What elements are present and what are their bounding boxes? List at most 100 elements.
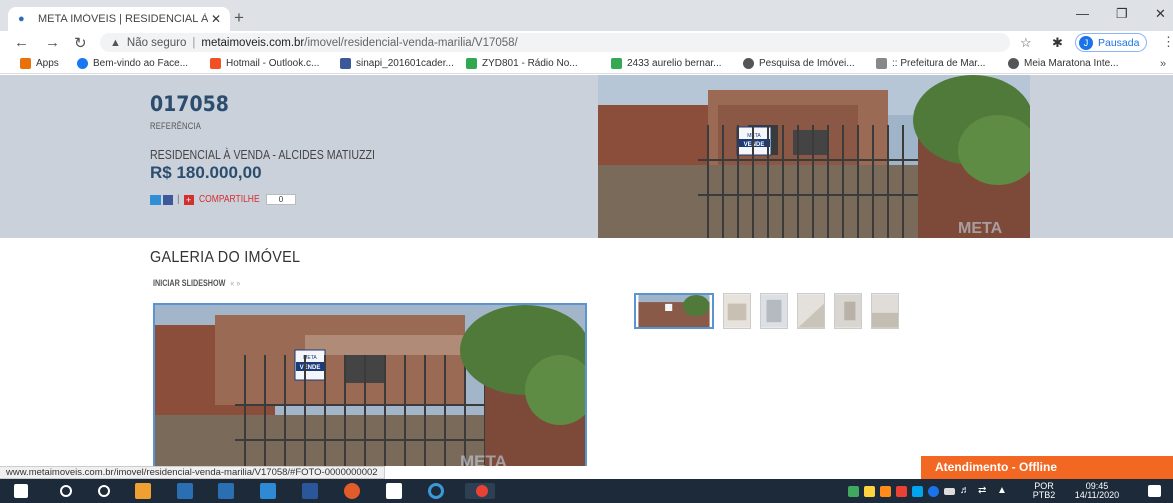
bookmark-label: Pesquisa de Imóvei... [759,58,855,69]
browser-tab-strip: ● META IMÓVEIS | RESIDENCIAL À ✕ + — ❐ ✕ [0,0,1173,31]
photo-watermark: META [460,452,507,466]
bookmark-label: Apps [36,58,59,69]
word-app-icon[interactable] [302,483,318,499]
notes-app-icon[interactable] [386,483,402,499]
bookmark-prefeitura[interactable]: :: Prefeitura de Mar... [876,58,985,69]
tray-icon[interactable] [912,486,923,497]
twitter-icon[interactable] [150,194,161,205]
globe-icon [1008,58,1019,69]
share-count: 0 [265,194,296,205]
menu-kebab-icon[interactable]: ⋮ [1162,34,1173,50]
maps-icon [611,58,622,69]
image-icon [876,58,887,69]
keyboard-layout: PTB2 [1032,490,1056,500]
clock[interactable]: 09:45 14/11/2020 [1068,482,1126,500]
explorer-app-icon[interactable] [135,483,151,499]
start-slideshow-link[interactable]: INICIAR SLIDESHOW « » [153,278,240,288]
outlook-icon [210,58,221,69]
minimize-window-button[interactable]: — [1076,6,1089,21]
tab-title: META IMÓVEIS | RESIDENCIAL À [38,13,208,25]
bookmark-label: 2433 aurelio bernar... [627,58,722,69]
close-tab-icon[interactable]: ✕ [208,12,224,26]
property-price: R$ 180.000,00 [150,163,262,182]
site-favicon-icon: ● [18,13,25,25]
gallery-thumbnail[interactable] [797,293,825,329]
gallery-thumbnail[interactable] [834,293,862,329]
property-title: RESIDENCIAL À VENDA - ALCIDES MATIUZZI [150,148,375,162]
sign-text: VENDE [300,365,321,371]
bookmark-label: Hotmail - Outlook.c... [226,58,320,69]
gallery-thumbnail[interactable] [634,293,714,329]
store-app-icon[interactable] [218,483,234,499]
photo-watermark: META [958,220,1003,237]
share-bar: | + COMPARTILHE 0 [150,194,296,205]
bookmark-hotmail[interactable]: Hotmail - Outlook.c... [210,58,319,69]
firefox-app-icon[interactable] [344,483,360,499]
reload-icon[interactable]: ↻ [74,34,87,52]
property-header: 017058 REFERÊNCIA RESIDENCIAL À VENDA - … [0,75,1173,238]
slideshow-arrows[interactable]: « » [230,278,240,288]
reference-number: 017058 [150,92,229,116]
gallery-thumbnail[interactable] [871,293,899,329]
bluetooth-icon[interactable] [928,486,939,497]
clock-date: 14/11/2020 [1074,490,1120,500]
more-bookmarks-icon[interactable]: » [1160,58,1166,70]
back-arrow-icon[interactable]: ← [14,34,29,51]
gallery-thumbnail[interactable] [723,293,751,329]
search-icon[interactable] [60,485,72,497]
reference-label: REFERÊNCIA [150,121,202,131]
photos-app-icon[interactable] [260,483,276,499]
restore-window-button[interactable]: ❐ [1116,6,1128,22]
profile-button[interactable]: J Pausada [1075,33,1148,52]
tray-icon[interactable] [880,486,891,497]
property-main-photo[interactable]: META VENDE META [598,75,1030,238]
browser-toolbar: ← → ↻ ▲ Não seguro | metaimoveis.com.br … [0,31,1173,54]
tray-icon[interactable] [864,486,875,497]
notifications-area-icon[interactable]: ▲ [997,486,1007,496]
bookmark-apps[interactable]: Apps [20,58,59,69]
facebook-icon [77,58,88,69]
plus-share-icon[interactable]: + [183,194,194,205]
action-center-icon[interactable] [1148,485,1161,497]
bookmark-pesquisa[interactable]: Pesquisa de Imóvei... [743,58,855,69]
sign-brand: META [747,133,761,139]
close-window-button[interactable]: ✕ [1155,6,1166,22]
bookmark-maratona[interactable]: Meia Maratona Inte... [1008,58,1119,69]
not-secure-label: Não seguro [126,36,187,49]
tray-icon[interactable] [896,486,907,497]
new-tab-button[interactable]: + [234,8,244,28]
bookmark-facebook[interactable]: Bem-vindo ao Face... [77,58,188,69]
bookmark-radio[interactable]: ZYD801 - Rádio No... [466,58,578,69]
chrome-app-icon[interactable] [476,485,488,497]
warning-icon: ▲ [110,36,121,49]
bookmark-star-icon[interactable]: ☆ [1020,35,1032,51]
bookmarks-bar: Apps Bem-vindo ao Face... Hotmail - Outl… [0,54,1173,74]
windows-start-icon[interactable] [14,484,28,498]
link-status-bar: www.metaimoveis.com.br/imovel/residencia… [0,466,385,479]
forward-arrow-icon[interactable]: → [45,34,60,51]
avatar: J [1079,35,1093,50]
bookmark-sinapi[interactable]: sinapi_201601cader... [340,58,454,69]
battery-icon[interactable] [944,488,955,495]
share-label[interactable]: COMPARTILHE [199,194,260,205]
volume-icon[interactable]: ♬ [960,486,970,496]
browser-tab[interactable]: ● META IMÓVEIS | RESIDENCIAL À ✕ [8,7,230,31]
bookmark-maps[interactable]: 2433 aurelio bernar... [611,58,722,69]
calendar-app-icon[interactable] [177,483,193,499]
facebook-share-icon[interactable] [163,194,173,205]
gallery-main-image[interactable]: META VENDE META [153,303,587,466]
apps-grid-icon [20,58,31,69]
cortana-icon[interactable] [98,485,110,497]
url-host: metaimoveis.com.br [201,36,305,49]
address-bar[interactable]: ▲ Não seguro | metaimoveis.com.br /imove… [100,33,1010,52]
extensions-icon[interactable]: ✱ [1052,35,1063,51]
language-indicator[interactable]: POR PTB2 [1024,482,1064,500]
gallery-thumbnail[interactable] [760,293,788,329]
network-icon[interactable]: ⇄ [978,486,986,496]
bookmark-label: Meia Maratona Inte... [1024,58,1119,69]
bookmark-label: sinapi_201601cader... [356,58,454,69]
edge-app-icon[interactable] [428,483,444,499]
chat-support-button[interactable]: Atendimento - Offline [921,456,1173,479]
tray-icon[interactable] [848,486,859,497]
globe-icon [743,58,754,69]
